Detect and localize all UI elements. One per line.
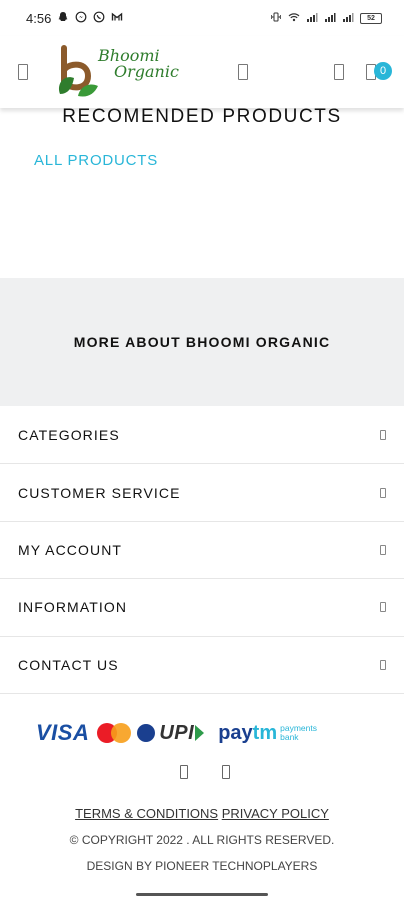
- accordion-categories[interactable]: CATEGORIES: [0, 407, 404, 465]
- expand-icon: [380, 430, 386, 441]
- payment-methods: VISA UPI paytm payments bank: [36, 716, 366, 750]
- signal-2-icon: [324, 11, 336, 25]
- mastercard-logo: [97, 723, 132, 743]
- more-about-title: MORE ABOUT BHOOMI ORGANIC: [73, 334, 331, 350]
- more-about-section: MORE ABOUT BHOOMI ORGANIC: [0, 278, 404, 406]
- privacy-link[interactable]: PRIVACY POLICY: [222, 806, 329, 821]
- accordion-label: MY ACCOUNT: [18, 541, 123, 558]
- terms-link[interactable]: TERMS & CONDITIONS: [75, 806, 218, 821]
- user-icon[interactable]: [334, 64, 344, 80]
- status-right: 52: [270, 11, 382, 25]
- whatsapp-icon: [93, 11, 105, 26]
- accordion-label: CONTACT US: [18, 656, 119, 673]
- paytm-pay: pay: [218, 721, 253, 744]
- home-indicator[interactable]: [136, 893, 268, 896]
- accordion-contact-us[interactable]: CONTACT US: [0, 637, 404, 694]
- brand-logo[interactable]: Bhoomi Organic: [54, 44, 184, 100]
- signal-1-icon: [306, 11, 318, 25]
- all-products-link[interactable]: ALL PRODUCTS: [34, 152, 158, 169]
- facebook-icon[interactable]: [180, 765, 188, 779]
- paytm-logo: paytm: [218, 722, 277, 745]
- snapchat-ghost-icon: [57, 11, 69, 26]
- copyright-text: © COPYRIGHT 2022 . ALL RIGHTS RESERVED.: [69, 833, 335, 847]
- footer-accordion: CATEGORIES CUSTOMER SERVICE MY ACCOUNT I…: [0, 407, 404, 694]
- expand-icon: [380, 487, 386, 498]
- battery-icon: 52: [360, 12, 382, 24]
- expand-icon: [380, 602, 386, 613]
- accordion-label: INFORMATION: [18, 599, 128, 616]
- recommended-title: RECOMENDED PRODUCTS: [62, 106, 342, 127]
- accordion-label: CUSTOMER SERVICE: [18, 484, 181, 501]
- accordion-customer-service[interactable]: CUSTOMER SERVICE: [0, 464, 404, 522]
- rupay-icon: [137, 724, 156, 742]
- cart-count-badge: 0: [374, 62, 392, 80]
- visa-logo: VISA: [36, 720, 90, 745]
- app-header: Bhoomi Organic 0: [0, 36, 404, 108]
- status-time: 4:56: [26, 10, 52, 26]
- vibrate-icon: [270, 11, 282, 25]
- expand-icon: [380, 659, 386, 670]
- gmail-icon: [111, 11, 123, 26]
- paytm-tm: tm: [252, 721, 278, 744]
- status-bar: 4:56 52: [0, 0, 404, 36]
- brand-name-line2: Organic: [114, 62, 179, 81]
- expand-icon: [380, 544, 386, 555]
- credits-text: DESIGN BY PIONEER TECHNOPLAYERS: [86, 859, 318, 873]
- status-left: 4:56: [26, 11, 123, 26]
- brand-name: Bhoomi Organic: [98, 48, 179, 80]
- messenger-icon: [75, 11, 87, 26]
- signal-3-icon: [342, 11, 354, 25]
- menu-icon[interactable]: [18, 64, 28, 80]
- search-icon[interactable]: [238, 64, 248, 80]
- footer-links: TERMS & CONDITIONS PRIVACY POLICY: [0, 806, 404, 821]
- wifi-icon: [288, 11, 300, 25]
- accordion-my-account[interactable]: MY ACCOUNT: [0, 522, 404, 580]
- instagram-icon[interactable]: [222, 765, 230, 779]
- accordion-information[interactable]: INFORMATION: [0, 579, 404, 637]
- leaf-b-icon: [58, 45, 98, 97]
- paytm-subtitle: payments bank: [280, 723, 317, 742]
- upi-logo: UPI: [159, 721, 195, 744]
- accordion-label: CATEGORIES: [18, 427, 120, 444]
- battery-level: 52: [367, 14, 375, 22]
- upi-arrow-icon: [195, 725, 205, 741]
